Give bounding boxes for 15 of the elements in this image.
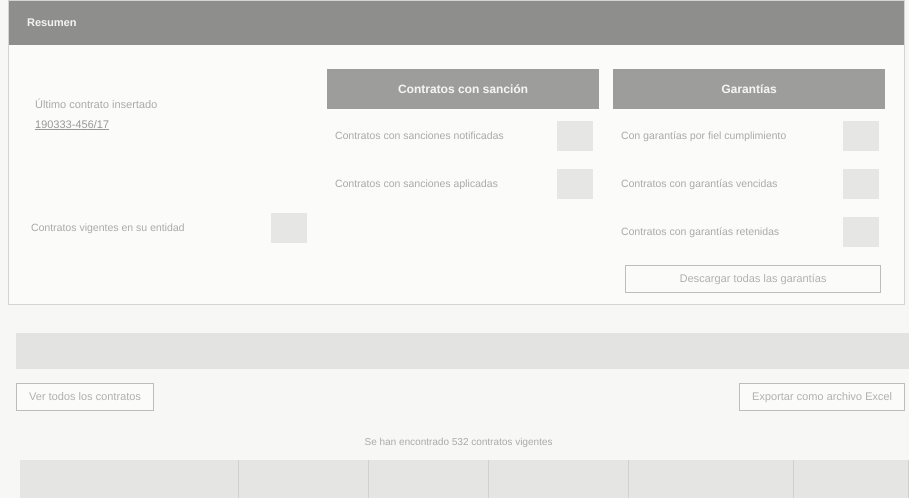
summary-title: Resumen [27, 17, 77, 29]
summary-row-label: Contratos con sanciones notificadas [335, 130, 504, 142]
vigentes-label: Contratos vigentes en su entidad [31, 222, 185, 234]
export-button[interactable]: Exportar como archivo Excel [739, 383, 905, 411]
contract-link[interactable]: 190333-456/17 [35, 119, 110, 131]
summary-row-label: Contratos con sanciones aplicadas [335, 178, 498, 190]
view-all-button[interactable]: Ver todos los contratos [16, 383, 154, 411]
download-button[interactable]: Descargar todas las garantías [625, 265, 881, 293]
summary-row-label: Contratos con garantías vencidas [621, 178, 778, 190]
panel-title: Garantías [721, 82, 777, 96]
summary-row-label: Contratos con garantías retenidas [621, 226, 780, 238]
panel-title: Contratos con sanción [398, 82, 528, 96]
last-contract-label: Último contrato insertado [35, 99, 158, 111]
result-text: Se han encontrado 532 contratos vigentes [364, 437, 554, 448]
summary-row-label: Con garantías por fiel cumplimiento [621, 130, 786, 142]
